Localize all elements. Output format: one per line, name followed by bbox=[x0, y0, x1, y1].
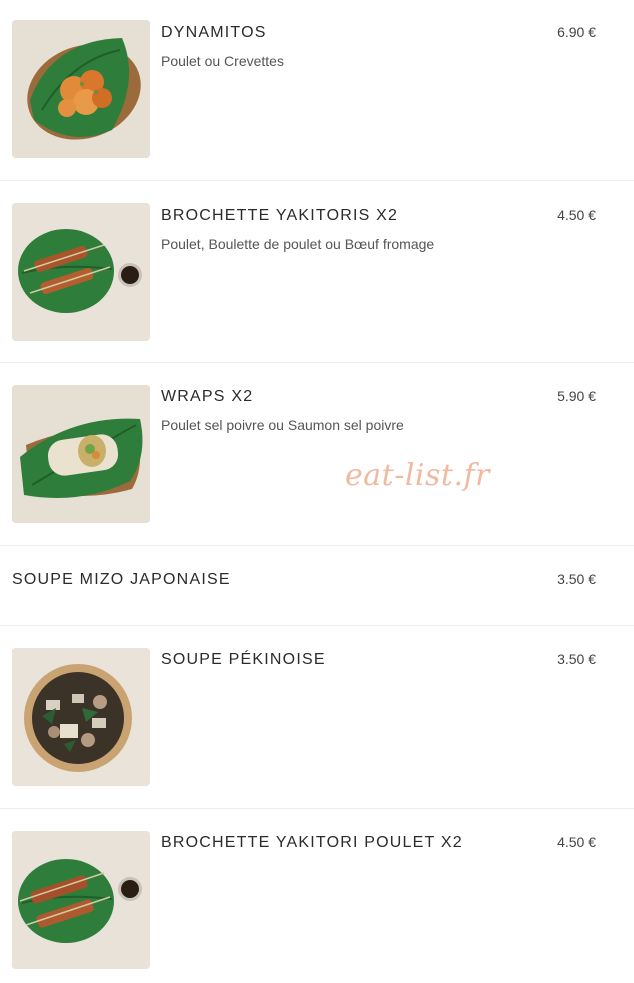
item-price: 3.50 € bbox=[557, 571, 596, 587]
item-description: Poulet, Boulette de poulet ou Bœuf froma… bbox=[161, 236, 435, 252]
menu-item-soupe-pekinoise[interactable]: SOUPE PÉKINOISE 3.50 € bbox=[0, 626, 634, 809]
menu-item-yakitoris[interactable]: BROCHETTE YAKITORIS X2 Poulet, Boulette … bbox=[0, 181, 634, 363]
wraps-photo bbox=[12, 385, 150, 523]
soupe-pekinoise-photo bbox=[12, 648, 150, 786]
item-price: 3.50 € bbox=[557, 651, 596, 667]
item-price: 4.50 € bbox=[557, 834, 596, 850]
item-title: BROCHETTE YAKITORI POULET X2 bbox=[161, 834, 463, 851]
item-price: 6.90 € bbox=[557, 24, 596, 40]
item-title: SOUPE MIZO JAPONAISE bbox=[12, 571, 231, 588]
item-title: DYNAMITOS bbox=[161, 24, 267, 41]
menu-list: DYNAMITOS Poulet ou Crevettes 6.90 € BRO… bbox=[0, 0, 634, 983]
item-description: Poulet ou Crevettes bbox=[161, 53, 284, 69]
menu-item-soupe-mizo[interactable]: SOUPE MIZO JAPONAISE 3.50 € bbox=[0, 546, 634, 626]
menu-item-dynamitos[interactable]: DYNAMITOS Poulet ou Crevettes 6.90 € bbox=[0, 0, 634, 181]
yakitoris-photo bbox=[12, 203, 150, 341]
watermark-text: eat-list.fr bbox=[345, 458, 490, 493]
item-price: 4.50 € bbox=[557, 207, 596, 223]
item-title: SOUPE PÉKINOISE bbox=[161, 651, 326, 668]
item-title: BROCHETTE YAKITORIS X2 bbox=[161, 207, 399, 224]
item-title: WRAPS X2 bbox=[161, 388, 254, 405]
yakitori-poulet-photo bbox=[12, 831, 150, 969]
item-description: Poulet sel poivre ou Saumon sel poivre bbox=[161, 417, 404, 433]
menu-item-wraps[interactable]: WRAPS X2 Poulet sel poivre ou Saumon sel… bbox=[0, 363, 634, 546]
dynamitos-photo bbox=[12, 20, 150, 158]
item-price: 5.90 € bbox=[557, 388, 596, 404]
menu-item-yakitori-poulet[interactable]: BROCHETTE YAKITORI POULET X2 4.50 € bbox=[0, 809, 634, 983]
